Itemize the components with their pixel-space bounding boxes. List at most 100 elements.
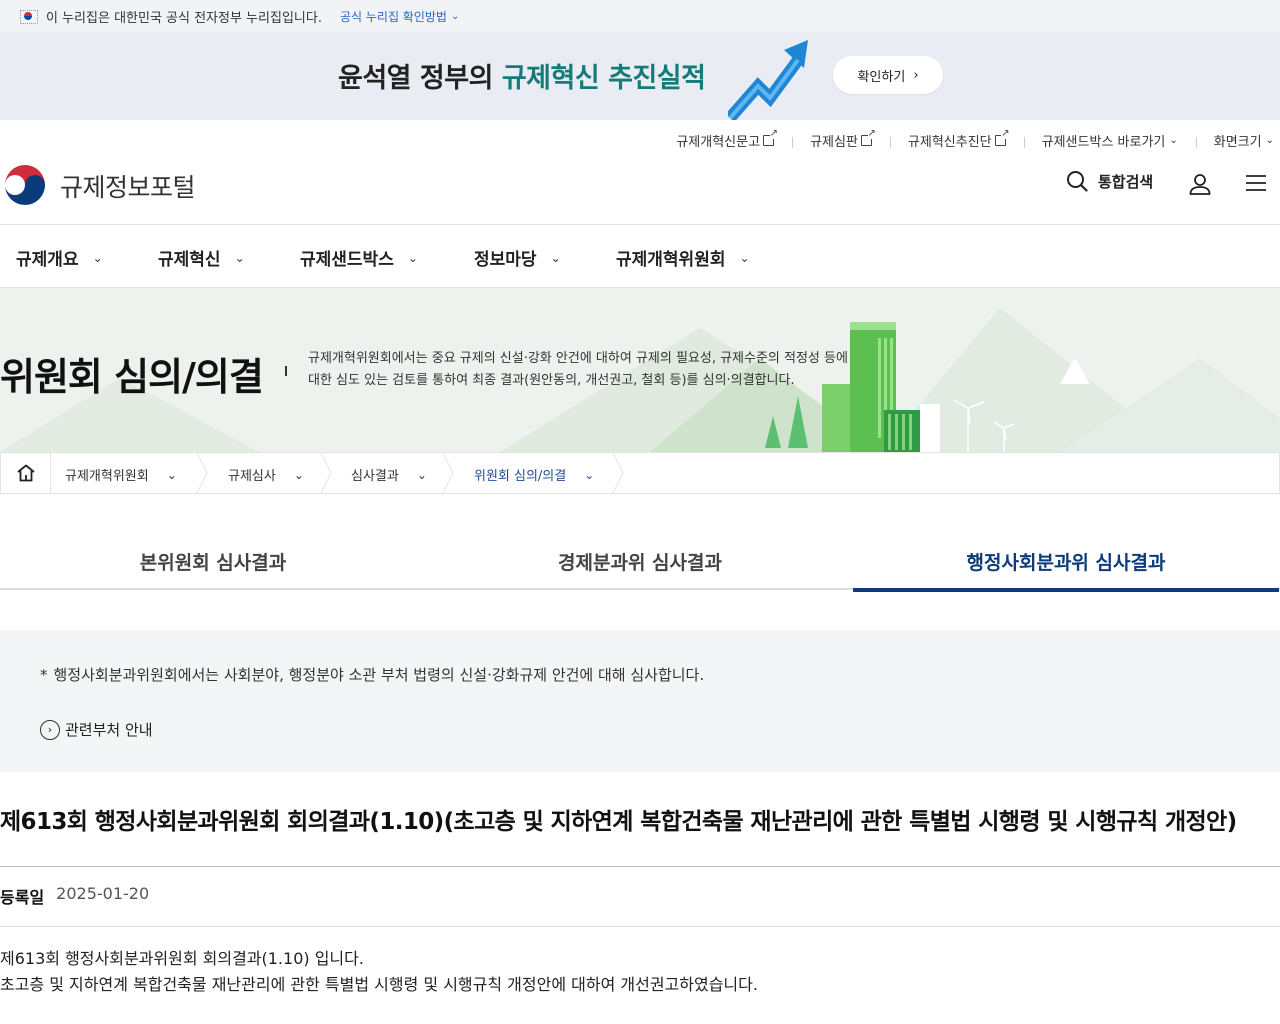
breadcrumb-results[interactable]: 심사결과 ⌄ [351,465,427,485]
nav-label: 정보마당 [474,250,537,270]
util-link-chujindan[interactable]: 규제혁신추진단 [889,127,1024,150]
growth-arrow-icon [728,40,808,120]
promo-banner[interactable]: 윤석열 정부의 규제혁신 추진실적 확인하기 › [0,32,1280,120]
gov-banner-text: 이 누리집은 대한민국 공식 전자정부 누리집입니다. [46,10,322,26]
asterisk-icon: * [40,666,48,684]
breadcrumb-separator [442,453,454,493]
chevron-down-icon: ⌄ [293,467,304,482]
nav-regulation-sandbox[interactable]: 규제샌드박스 ⌄ [300,245,418,270]
verify-site-label: 공식 누리집 확인방법 [339,9,447,24]
breadcrumb-label: 위원회 심의/의결 [474,469,567,484]
hamburger-menu-icon[interactable] [1245,174,1267,192]
subcommittee-tabs: 본위원회 심사결과 경제분과위 심사결과 행정사회분과위 심사결과 [0,532,1280,592]
integrated-search-button[interactable]: 통합검색 [1066,170,1153,192]
chevron-down-icon: ⌄ [1169,134,1178,146]
article-meta: 등록일 2025-01-20 [0,884,149,908]
chevron-down-icon: ⌄ [450,10,460,22]
site-header: 규제정보포털 통합검색 [0,152,1280,224]
chevron-right-icon: › [913,67,919,83]
external-link-icon [994,127,1010,146]
promo-title: 윤석열 정부의 규제혁신 추진실적 [338,56,706,95]
taegeuk-logo-icon[interactable] [2,162,48,208]
util-link-label: 규제심판 [810,134,858,150]
util-link-simpan[interactable]: 규제심판 [792,127,890,150]
chevron-down-icon: ⌄ [92,250,103,265]
chevron-down-icon: ⌄ [416,467,427,482]
external-link-icon [763,127,779,146]
breadcrumb-separator [196,453,208,493]
subcommittee-info-box: * 행정사회분과위원회에서는 사회분야, 행정분야 소관 부처 법령의 신설·강화… [0,630,1280,772]
chevron-down-icon: ⌄ [407,250,418,265]
date-label: 등록일 [0,888,45,907]
util-screen-size[interactable]: 화면크기 ⌄ [1195,131,1280,150]
breadcrumb-committee[interactable]: 규제개혁위원회 ⌄ [65,465,177,485]
nav-label: 규제개혁위원회 [616,250,726,270]
nav-regulation-innovation[interactable]: 규제혁신 ⌄ [158,245,245,270]
nav-label: 규제개요 [16,250,79,270]
chevron-down-icon: ⌄ [166,467,177,482]
article-body-line: 초고층 및 지하연계 복합건축물 재난관리에 관한 특별법 시행령 및 시행규칙… [0,975,758,994]
chevron-down-icon: ⌄ [234,250,245,265]
tab-label: 행정사회분과위 심사결과 [966,551,1166,574]
gov-official-banner: 이 누리집은 대한민국 공식 전자정부 누리집입니다. 공식 누리집 확인방법 … [0,0,1280,32]
home-button[interactable] [1,453,51,493]
circle-chevron-right-icon: › [40,719,60,740]
related-ministries-label: 관련부처 안내 [65,721,153,739]
search-icon [1067,171,1088,192]
breadcrumb-label: 심사결과 [351,469,399,484]
verify-site-link[interactable]: 공식 누리집 확인방법 ⌄ [340,8,459,25]
search-label: 통합검색 [1098,172,1154,191]
article-body-line: 제613회 행정사회분과위원회 회의결과(1.10) 입니다. [0,949,364,968]
external-link-icon [860,127,876,146]
title-divider [285,366,287,376]
article-body: 제613회 행정사회분과위원회 회의결과(1.10) 입니다. 초고층 및 지하… [0,946,758,998]
tab-label: 경제분과위 심사결과 [558,551,722,574]
promo-title-text: 윤석열 정부의 [338,63,502,94]
tab-economic-subcommittee[interactable]: 경제분과위 심사결과 [427,532,853,590]
page-visual-header: 위원회 심의/의결 규제개혁위원회에서는 중요 규제의 신설·강화 안건에 대하… [0,288,1280,452]
page-description-line: 규제개혁위원회에서는 중요 규제의 신설·강화 안건에 대하여 규제의 필요성,… [308,351,848,366]
nav-regulatory-reform-committee[interactable]: 규제개혁위원회 ⌄ [616,245,750,270]
breadcrumb-current[interactable]: 위원회 심의/의결 ⌄ [474,465,595,485]
divider [0,866,1280,867]
breadcrumb: 규제개혁위원회 ⌄ 규제심사 ⌄ 심사결과 ⌄ 위원회 심의/의결 ⌄ [0,452,1280,494]
breadcrumb-label: 규제개혁위원회 [65,469,149,484]
nav-label: 규제혁신 [158,250,221,270]
article-title: 제613회 행정사회분과위원회 회의결과(1.10)(초고층 및 지하연계 복합… [0,809,1237,835]
util-link-label: 규제혁신추진단 [907,134,992,150]
promo-title-highlight: 규제혁신 추진실적 [501,63,706,94]
tab-admin-social-subcommittee[interactable]: 행정사회분과위 심사결과 [853,532,1279,592]
tab-main-committee[interactable]: 본위원회 심사결과 [0,532,426,590]
nav-info-board[interactable]: 정보마당 ⌄ [474,245,561,270]
promo-confirm-button[interactable]: 확인하기 › [833,56,943,94]
subcommittee-note-text: 행정사회분과위원회에서는 사회분야, 행정분야 소관 부처 법령의 신설·강화규… [53,666,705,684]
user-icon[interactable] [1188,172,1212,196]
chevron-down-icon: ⌄ [739,250,750,265]
home-icon [16,464,35,482]
tab-label: 본위원회 심사결과 [139,551,287,574]
breadcrumb-review[interactable]: 규제심사 ⌄ [228,465,304,485]
page-description-line: 대한 심도 있는 검토를 통하여 최종 결과(원안동의, 개선권고, 철회 등)… [308,373,795,388]
nav-regulation-overview[interactable]: 규제개요 ⌄ [16,245,103,270]
date-value: 2025-01-20 [56,884,150,903]
site-name[interactable]: 규제정보포털 [60,168,196,204]
util-link-label: 규제샌드박스 바로가기 [1041,134,1166,150]
subcommittee-note: * 행정사회분과위원회에서는 사회분야, 행정분야 소관 부처 법령의 신설·강화… [40,664,704,685]
util-link-sandbox[interactable]: 규제샌드박스 바로가기 ⌄ [1023,131,1196,150]
breadcrumb-separator [320,453,332,493]
utility-links: 규제개혁신문고 규제심판 규제혁신추진단 규제샌드박스 바로가기⌄ 화면크기⌄ [658,127,1280,152]
util-link-label: 규제개혁신문고 [676,134,761,150]
breadcrumb-label: 규제심사 [228,469,276,484]
util-link-label: 화면크기 [1213,134,1262,150]
breadcrumb-separator [612,453,624,493]
main-navigation: 규제개요 ⌄ 규제혁신 ⌄ 규제샌드박스 ⌄ 정보마당 ⌄ 규제개혁위원회 ⌄ [0,224,1280,288]
chevron-down-icon: ⌄ [584,467,595,482]
page-description: 규제개혁위원회에서는 중요 규제의 신설·강화 안건에 대하여 규제의 필요성,… [308,348,908,392]
page-title: 위원회 심의/의결 [0,355,264,399]
chevron-down-icon: ⌄ [550,250,561,265]
related-ministries-link[interactable]: › 관련부처 안내 [40,719,153,740]
util-link-sinmungo[interactable]: 규제개혁신문고 [658,127,792,150]
korea-flag-icon [20,10,38,24]
chevron-down-icon: ⌄ [1265,134,1274,146]
divider [0,926,1280,927]
